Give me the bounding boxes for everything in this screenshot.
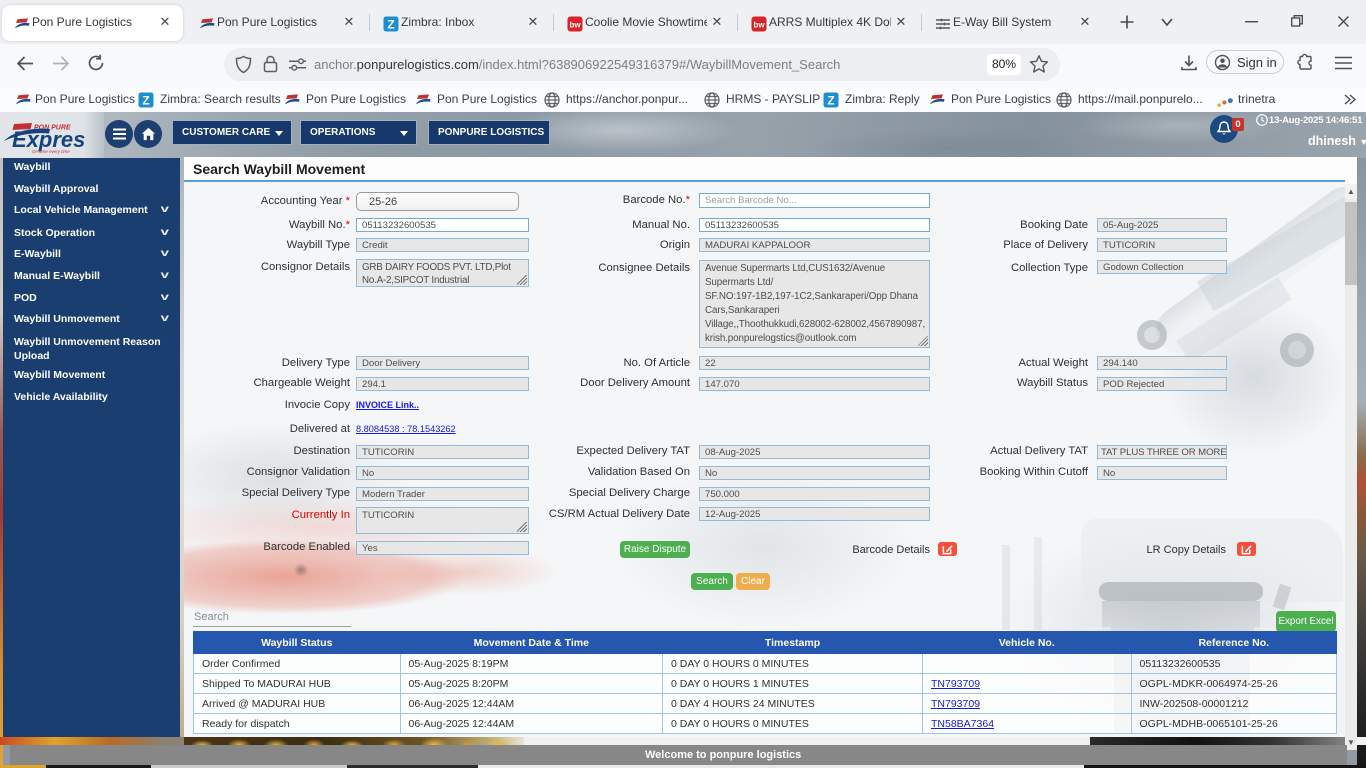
svg-text:Z: Z <box>827 94 834 108</box>
svg-text:Z: Z <box>142 94 149 108</box>
svg-text:bw: bw <box>569 21 581 30</box>
svg-text:bw: bw <box>753 21 765 30</box>
svg-text:On time every time: On time every time <box>32 149 70 154</box>
svg-text:Z: Z <box>387 18 394 32</box>
